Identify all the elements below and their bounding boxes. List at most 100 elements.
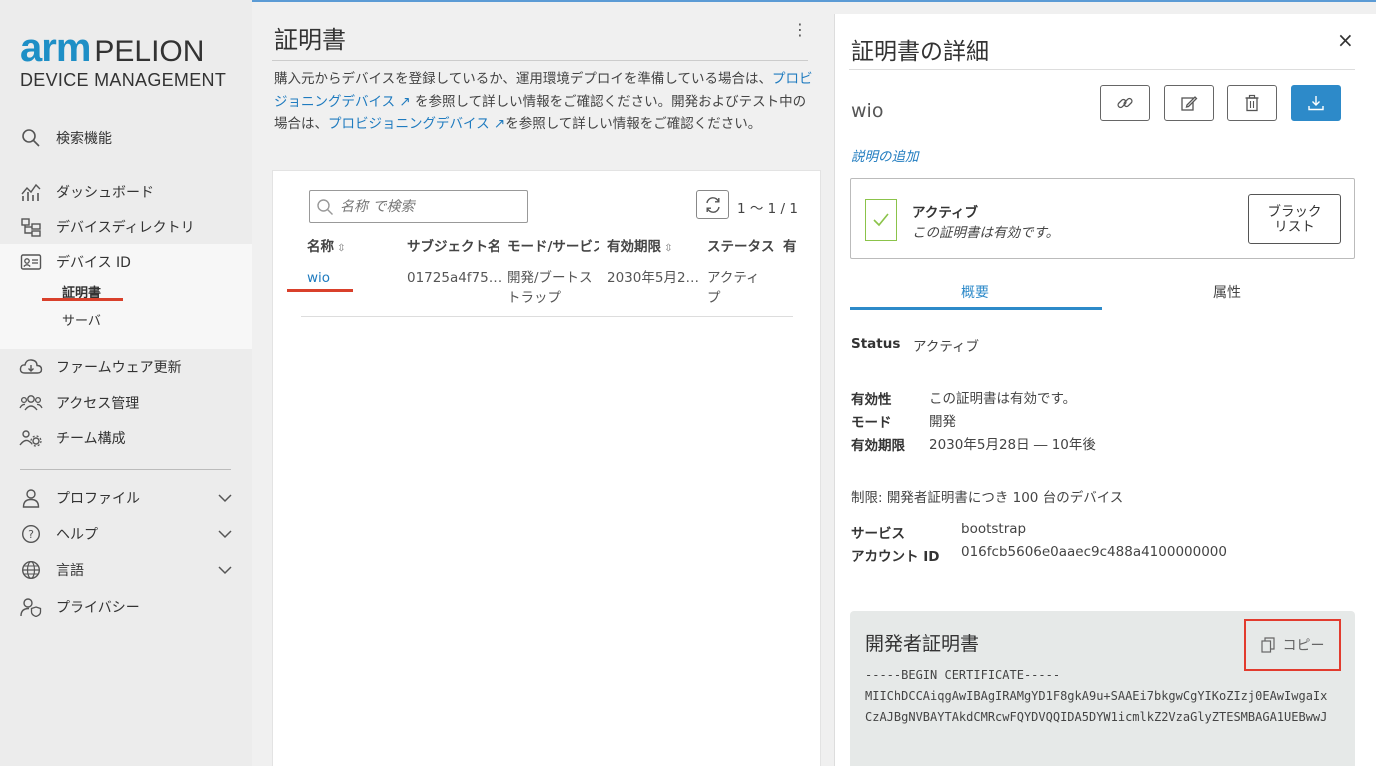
sidebar-item-label: デバイスディレクトリ: [56, 220, 195, 236]
title-divider: [272, 60, 808, 61]
field-label-expiry: 有効期限: [851, 438, 905, 454]
blacklist-button[interactable]: ブラック リスト: [1248, 194, 1341, 244]
certificate-name-link[interactable]: wio: [307, 268, 330, 288]
tab-attributes[interactable]: 属性: [1213, 282, 1241, 302]
team-gear-icon: [18, 426, 44, 450]
pelion-logo[interactable]: arm PELION DEVICE MANAGEMENT: [20, 28, 227, 91]
field-value-status: アクティブ: [913, 339, 980, 355]
page-description: 購入元からデバイスを登録しているか、運用環境デプロイを準備している場合は、プロビ…: [274, 71, 813, 132]
download-button[interactable]: [1291, 85, 1341, 121]
trash-icon: [1245, 94, 1259, 112]
detail-title: 証明書の詳細: [851, 39, 989, 65]
edit-icon: [1181, 96, 1198, 111]
chevron-down-icon[interactable]: [218, 527, 232, 541]
status-box: アクティブ この証明書は有効です。 ブラック リスト: [850, 178, 1355, 259]
link-icon: [1117, 97, 1133, 109]
chevron-down-icon[interactable]: [218, 491, 232, 505]
download-icon: [1308, 96, 1324, 111]
sidebar-item-label: ファームウェア更新: [56, 360, 182, 376]
column-header-subject[interactable]: サブジェクト名: [407, 235, 499, 255]
sidebar-item-label: プライバシー: [56, 600, 140, 616]
check-icon: [865, 199, 897, 241]
svg-text:?: ?: [28, 528, 34, 541]
status-description: この証明書は有効です。: [912, 225, 1060, 241]
page-title: 証明書: [274, 26, 346, 54]
refresh-button[interactable]: [696, 190, 729, 219]
annotation-underline: [287, 289, 353, 292]
logo-pelion: PELION: [94, 35, 205, 68]
sidebar-item-firmware-update[interactable]: ファームウェア更新: [18, 355, 182, 379]
field-label-account-id: アカウント ID: [851, 549, 940, 565]
field-label-service: サービス: [851, 526, 905, 542]
sidebar-item-access-management[interactable]: アクセス管理: [18, 391, 139, 415]
table-cell-mode: 開発/ブートス トラップ: [507, 270, 593, 306]
sidebar-item-team-settings[interactable]: チーム構成: [18, 426, 126, 450]
copy-icon: [1260, 637, 1275, 653]
link-button[interactable]: [1100, 85, 1150, 121]
sidebar-item-label: チーム構成: [56, 431, 126, 447]
column-header-extra[interactable]: 有: [783, 235, 803, 255]
search-icon: [317, 198, 333, 215]
table-cell-status: アクティプ: [707, 270, 760, 306]
sidebar-item-label: プロファイル: [56, 491, 140, 507]
sidebar-item-help[interactable]: ? ヘルプ: [18, 522, 98, 546]
search-icon: [18, 126, 44, 150]
field-label-status: Status: [851, 336, 901, 352]
table-cell-expiry: 2030年5月2…: [607, 270, 700, 286]
provisioning-link[interactable]: プロビジョニングデバイス ↗: [328, 116, 505, 132]
logo-subtitle: DEVICE MANAGEMENT: [20, 70, 227, 90]
chevron-down-icon[interactable]: [218, 563, 232, 577]
column-header-name[interactable]: 名称 ⇳: [307, 235, 397, 255]
field-value-account-id: 016fcb5606e0aaec9c488a4100000000: [961, 544, 1227, 560]
copy-label: コピー: [1282, 638, 1325, 654]
sidebar-item-privacy[interactable]: プライバシー: [18, 595, 140, 619]
sidebar-item-device-directory[interactable]: デバイスディレクトリ: [18, 215, 195, 239]
certificates-table-card: 1 ～ 1 / 1 名称 ⇳ サブジェクト名 モード/サービス 有効期限 ⇳ ス…: [272, 170, 821, 766]
refresh-icon: [705, 196, 720, 213]
sidebar-item-label: デバイス ID: [56, 255, 131, 271]
sidebar-item-device-id[interactable]: デバイス ID: [18, 250, 131, 274]
help-icon: ?: [18, 522, 44, 546]
directory-icon: [18, 215, 44, 239]
sidebar-search[interactable]: 検索機能: [18, 126, 112, 150]
edit-button[interactable]: [1164, 85, 1214, 121]
delete-button[interactable]: [1227, 85, 1277, 121]
close-icon[interactable]: ×: [1337, 28, 1354, 52]
dashboard-icon: [18, 180, 44, 204]
copy-button[interactable]: コピー: [1244, 619, 1341, 671]
column-header-status[interactable]: ステータス: [707, 235, 775, 255]
logo-arm: arm: [20, 26, 91, 70]
device-limit-note: 制限: 開発者証明書につき 100 台のデバイス: [851, 490, 1124, 506]
column-header-mode[interactable]: モード/サービス: [507, 235, 599, 255]
sidebar-item-label: ダッシュボード: [56, 185, 154, 201]
active-tab-indicator: [850, 307, 1102, 310]
sidebar-divider: [20, 469, 231, 470]
table-row-divider: [301, 316, 793, 317]
sidebar-subitem-servers[interactable]: サーバ: [62, 310, 101, 329]
certificate-line: MIIChDCCAiqgAwIBAgIRAMgYD1F8gkA9u+SAAEi7…: [865, 689, 1328, 703]
sidebar-search-label: 検索機能: [56, 131, 112, 147]
id-card-icon: [18, 250, 44, 274]
add-description-link[interactable]: 説明の追加: [851, 145, 919, 165]
tab-overview[interactable]: 概要: [961, 282, 989, 302]
certificate-name: wio: [851, 100, 884, 122]
table-cell-subject: 01725a4f75…: [407, 270, 503, 286]
column-header-expiry[interactable]: 有効期限 ⇳: [607, 235, 699, 255]
search-input[interactable]: [340, 198, 520, 215]
sidebar-item-label: アクセス管理: [56, 396, 140, 412]
sort-icon: ⇳: [334, 243, 346, 254]
globe-icon: [18, 558, 44, 582]
field-value-service: bootstrap: [961, 521, 1027, 537]
field-label-mode: モード: [851, 415, 892, 431]
sidebar-item-language[interactable]: 言語: [18, 558, 84, 582]
kebab-menu-icon[interactable]: ⋮: [792, 20, 808, 39]
detail-divider: [849, 69, 1355, 70]
sort-icon: ⇳: [661, 243, 673, 254]
cloud-update-icon: [18, 355, 44, 379]
sidebar-item-profile[interactable]: プロファイル: [18, 486, 140, 510]
annotation-underline: [42, 298, 123, 301]
field-value-mode: 開発: [929, 414, 956, 430]
search-box[interactable]: [309, 190, 528, 223]
sidebar-item-dashboard[interactable]: ダッシュボード: [18, 180, 154, 204]
field-label-validity: 有効性: [851, 392, 892, 408]
